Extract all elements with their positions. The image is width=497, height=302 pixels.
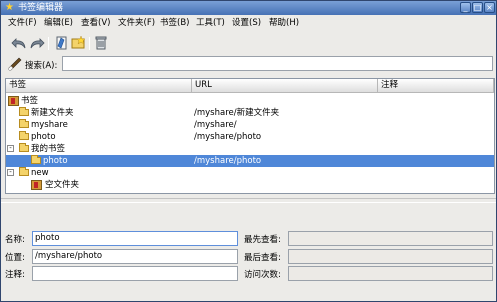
menu-folder[interactable]: 文件夹(F) <box>118 18 155 29</box>
collapse-icon[interactable]: - <box>7 145 14 152</box>
tree-row-new-folder[interactable]: 新建文件夹 /myshare/新建文件夹 <box>6 107 494 119</box>
row-title: 我的书签 <box>31 144 66 154</box>
menu-file[interactable]: 文件(F) <box>8 18 37 29</box>
new-bookmark-icon[interactable] <box>54 35 70 51</box>
visit-count-label: 访问次数: <box>244 270 281 280</box>
row-url: /myshare/新建文件夹 <box>194 108 280 118</box>
name-label: 名称: <box>5 235 25 245</box>
last-seen-label: 最后查看: <box>244 253 281 263</box>
maximize-button[interactable]: □ <box>472 2 483 13</box>
folder-icon <box>19 167 29 176</box>
folder-icon <box>19 107 29 116</box>
bookmark-folder-icon <box>31 180 42 190</box>
clear-search-icon[interactable] <box>7 56 23 72</box>
close-button[interactable]: × <box>484 2 495 13</box>
row-url: /myshare/ <box>194 120 237 130</box>
folder-icon <box>19 131 29 140</box>
tree-row-root[interactable]: 书签 <box>6 95 494 107</box>
first-seen-label: 最先查看: <box>244 235 281 245</box>
row-title: photo <box>31 132 56 142</box>
bookmark-tree[interactable]: 书签 URL 注释 书签 新建文件夹 /myshare/新建文件夹 myshar… <box>5 78 495 194</box>
title-bar[interactable]: ★ 书签编辑器 _ □ × <box>1 1 496 15</box>
menu-tools[interactable]: 工具(T) <box>196 18 225 29</box>
first-seen-field <box>288 231 493 246</box>
column-header-comment[interactable]: 注释 <box>378 79 494 93</box>
panel-splitter[interactable] <box>1 198 496 203</box>
menu-help[interactable]: 帮助(H) <box>269 18 299 29</box>
tree-row-empty-folder[interactable]: 空文件夹 <box>6 179 494 191</box>
tree-row-my-bookmarks[interactable]: - 我的书签 <box>6 143 494 155</box>
toolbar-separator <box>89 37 90 50</box>
bookmark-editor-window: ★ 书签编辑器 _ □ × 文件(F) 编辑(E) 查看(V) 文件夹(F) 书… <box>0 0 497 302</box>
menu-view[interactable]: 查看(V) <box>81 18 110 29</box>
tree-row-myshare[interactable]: myshare /myshare/ <box>6 119 494 131</box>
column-header-bookmark[interactable]: 书签 <box>6 79 192 93</box>
tree-row-new[interactable]: - new <box>6 167 494 179</box>
toolbar-separator <box>48 37 49 50</box>
new-folder-icon[interactable] <box>71 35 87 51</box>
redo-icon[interactable] <box>29 35 45 51</box>
undo-icon[interactable] <box>11 35 27 51</box>
comment-field[interactable] <box>32 266 238 281</box>
folder-icon <box>19 119 29 128</box>
column-header-url[interactable]: URL <box>192 79 378 93</box>
search-label: 搜索(A): <box>25 61 58 71</box>
row-title: myshare <box>31 120 68 130</box>
tree-row-selected-photo[interactable]: photo /myshare/photo <box>6 155 494 167</box>
menu-edit[interactable]: 编辑(E) <box>44 18 73 29</box>
row-title: 新建文件夹 <box>31 108 74 118</box>
toolbar <box>1 32 496 54</box>
tree-row-photo[interactable]: photo /myshare/photo <box>6 131 494 143</box>
last-seen-field <box>288 249 493 264</box>
window-title: 书签编辑器 <box>18 3 64 13</box>
search-input[interactable] <box>62 56 493 71</box>
folder-icon <box>31 155 41 164</box>
bookmark-folder-icon <box>8 96 19 106</box>
minimize-button[interactable]: _ <box>460 2 471 13</box>
menu-settings[interactable]: 设置(S) <box>232 18 261 29</box>
location-label: 位置: <box>5 253 25 263</box>
row-title: 空文件夹 <box>45 180 80 190</box>
comment-label: 注释: <box>5 270 25 280</box>
location-field[interactable]: /myshare/photo <box>32 249 238 264</box>
menu-bookmark[interactable]: 书签(B) <box>160 18 189 29</box>
menu-bar: 文件(F) 编辑(E) 查看(V) 文件夹(F) 书签(B) 工具(T) 设置(… <box>1 17 496 31</box>
search-bar: 搜索(A): <box>1 54 496 74</box>
name-field[interactable]: photo <box>32 231 238 246</box>
row-title: 书签 <box>21 96 39 106</box>
row-url: /myshare/photo <box>194 132 262 142</box>
visit-count-field <box>288 266 493 281</box>
row-title: photo <box>43 156 68 166</box>
star-icon: ★ <box>5 2 14 13</box>
collapse-icon[interactable]: - <box>7 169 14 176</box>
folder-icon <box>19 143 29 152</box>
row-url: /myshare/photo <box>194 156 262 166</box>
trash-icon[interactable] <box>93 35 109 51</box>
row-title: new <box>31 168 49 178</box>
